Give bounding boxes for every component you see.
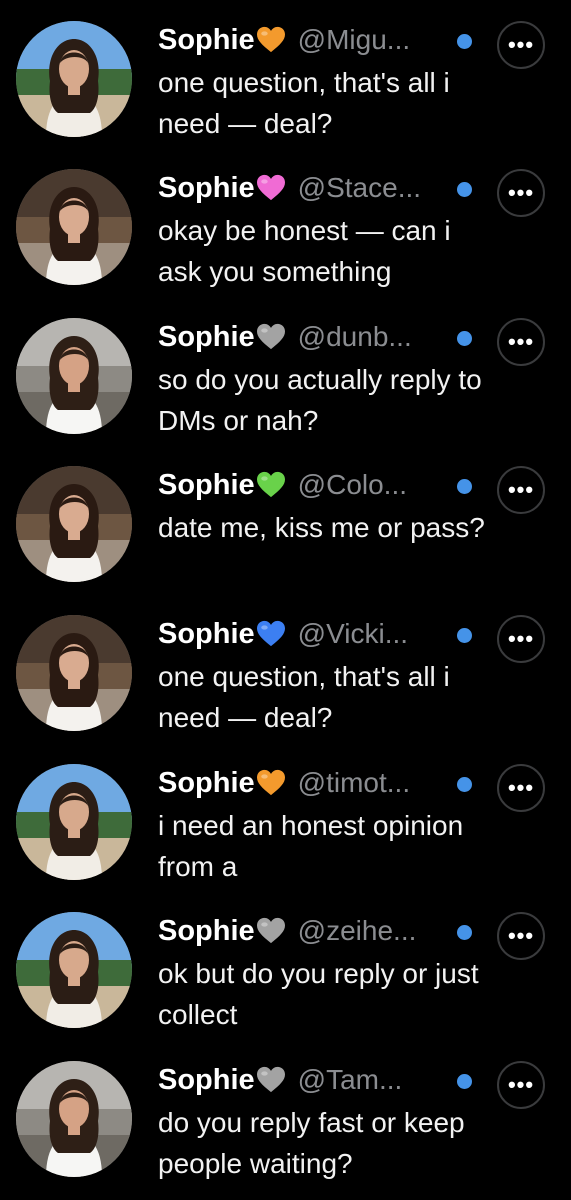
sender-name: Sophie (158, 320, 255, 353)
sender-handle: @Migu... (297, 24, 411, 55)
more-options-button[interactable]: ••• (497, 318, 545, 366)
message-preview: one question, that's all i need — deal? (158, 67, 450, 139)
avatar[interactable] (16, 912, 132, 1028)
grey-heart-icon (256, 917, 286, 945)
unread-dot (457, 331, 472, 346)
sender-line: Sophie @Stace... (158, 166, 421, 210)
message-preview: okay be honest — can i ask you something (158, 215, 451, 287)
unread-dot (457, 1074, 472, 1089)
sender-handle: @zeihe... (297, 915, 417, 946)
sender-line: Sophie @Vicki... (158, 612, 408, 656)
conversation-row[interactable]: Sophie @Vicki... one question, that's al… (0, 594, 571, 742)
sender-handle: @Colo... (297, 469, 408, 500)
conversation-row[interactable]: Sophie @timot... i need an honest opinio… (0, 743, 571, 891)
message-preview: one question, that's all i need — deal? (158, 661, 450, 733)
conversation-row[interactable]: Sophie @dunb... so do you actually reply… (0, 297, 571, 445)
sender-name: Sophie (158, 171, 255, 204)
avatar[interactable] (16, 318, 132, 434)
sender-line: Sophie @zeihe... (158, 909, 416, 953)
more-options-button[interactable]: ••• (497, 466, 545, 514)
avatar[interactable] (16, 764, 132, 880)
more-options-button[interactable]: ••• (497, 1061, 545, 1109)
unread-dot (457, 182, 472, 197)
sender-name: Sophie (158, 766, 255, 799)
sender-line: Sophie @timot... (158, 761, 410, 805)
avatar[interactable] (16, 466, 132, 582)
sender-line: Sophie @dunb... (158, 315, 412, 359)
conversation-row[interactable]: Sophie @Stace... okay be honest — can i … (0, 148, 571, 296)
sender-line: Sophie @Tam... (158, 1058, 402, 1102)
conversation-row[interactable]: Sophie @Tam... do you reply fast or keep… (0, 1040, 571, 1188)
conversation-row[interactable]: Sophie @Colo... date me, kiss me or pass… (0, 445, 571, 593)
sender-handle: @Stace... (297, 172, 422, 203)
unread-dot (457, 925, 472, 940)
more-options-button[interactable]: ••• (497, 912, 545, 960)
avatar[interactable] (16, 21, 132, 137)
sender-line: Sophie @Colo... (158, 463, 407, 507)
message-preview: do you reply fast or keep people waiting… (158, 1107, 465, 1179)
grey-heart-icon (256, 1066, 286, 1094)
blue-heart-icon (256, 620, 286, 648)
unread-dot (457, 777, 472, 792)
unread-dot (457, 34, 472, 49)
message-preview: ok but do you reply or just collect (158, 958, 479, 1030)
conversation-row[interactable]: Sophie @zeihe... ok but do you reply or … (0, 891, 571, 1039)
orange-heart-icon (256, 26, 286, 54)
avatar[interactable] (16, 615, 132, 731)
avatar[interactable] (16, 169, 132, 285)
sender-name: Sophie (158, 23, 255, 56)
sender-handle: @timot... (297, 767, 411, 798)
more-options-button[interactable]: ••• (497, 764, 545, 812)
more-options-button[interactable]: ••• (497, 615, 545, 663)
sender-name: Sophie (158, 617, 255, 650)
avatar[interactable] (16, 1061, 132, 1177)
message-preview: i need an honest opinion from a (158, 810, 464, 882)
message-preview: so do you actually reply to DMs or nah? (158, 364, 482, 436)
sender-line: Sophie @Migu... (158, 18, 410, 62)
sender-handle: @Vicki... (297, 618, 409, 649)
conversation-list: Sophie @Migu... one question, that's all… (0, 0, 571, 1200)
message-preview: date me, kiss me or pass? (158, 512, 485, 543)
sender-name: Sophie (158, 914, 255, 947)
more-options-button[interactable]: ••• (497, 21, 545, 69)
unread-dot (457, 628, 472, 643)
more-options-button[interactable]: ••• (497, 169, 545, 217)
pink-heart-icon (256, 174, 286, 202)
green-heart-icon (256, 471, 286, 499)
unread-dot (457, 479, 472, 494)
grey-heart-icon (256, 323, 286, 351)
conversation-row[interactable]: Sophie @Migu... one question, that's all… (0, 0, 571, 148)
sender-name: Sophie (158, 468, 255, 501)
sender-name: Sophie (158, 1063, 255, 1096)
orange-heart-icon (256, 769, 286, 797)
sender-handle: @dunb... (297, 321, 412, 352)
sender-handle: @Tam... (297, 1064, 403, 1095)
